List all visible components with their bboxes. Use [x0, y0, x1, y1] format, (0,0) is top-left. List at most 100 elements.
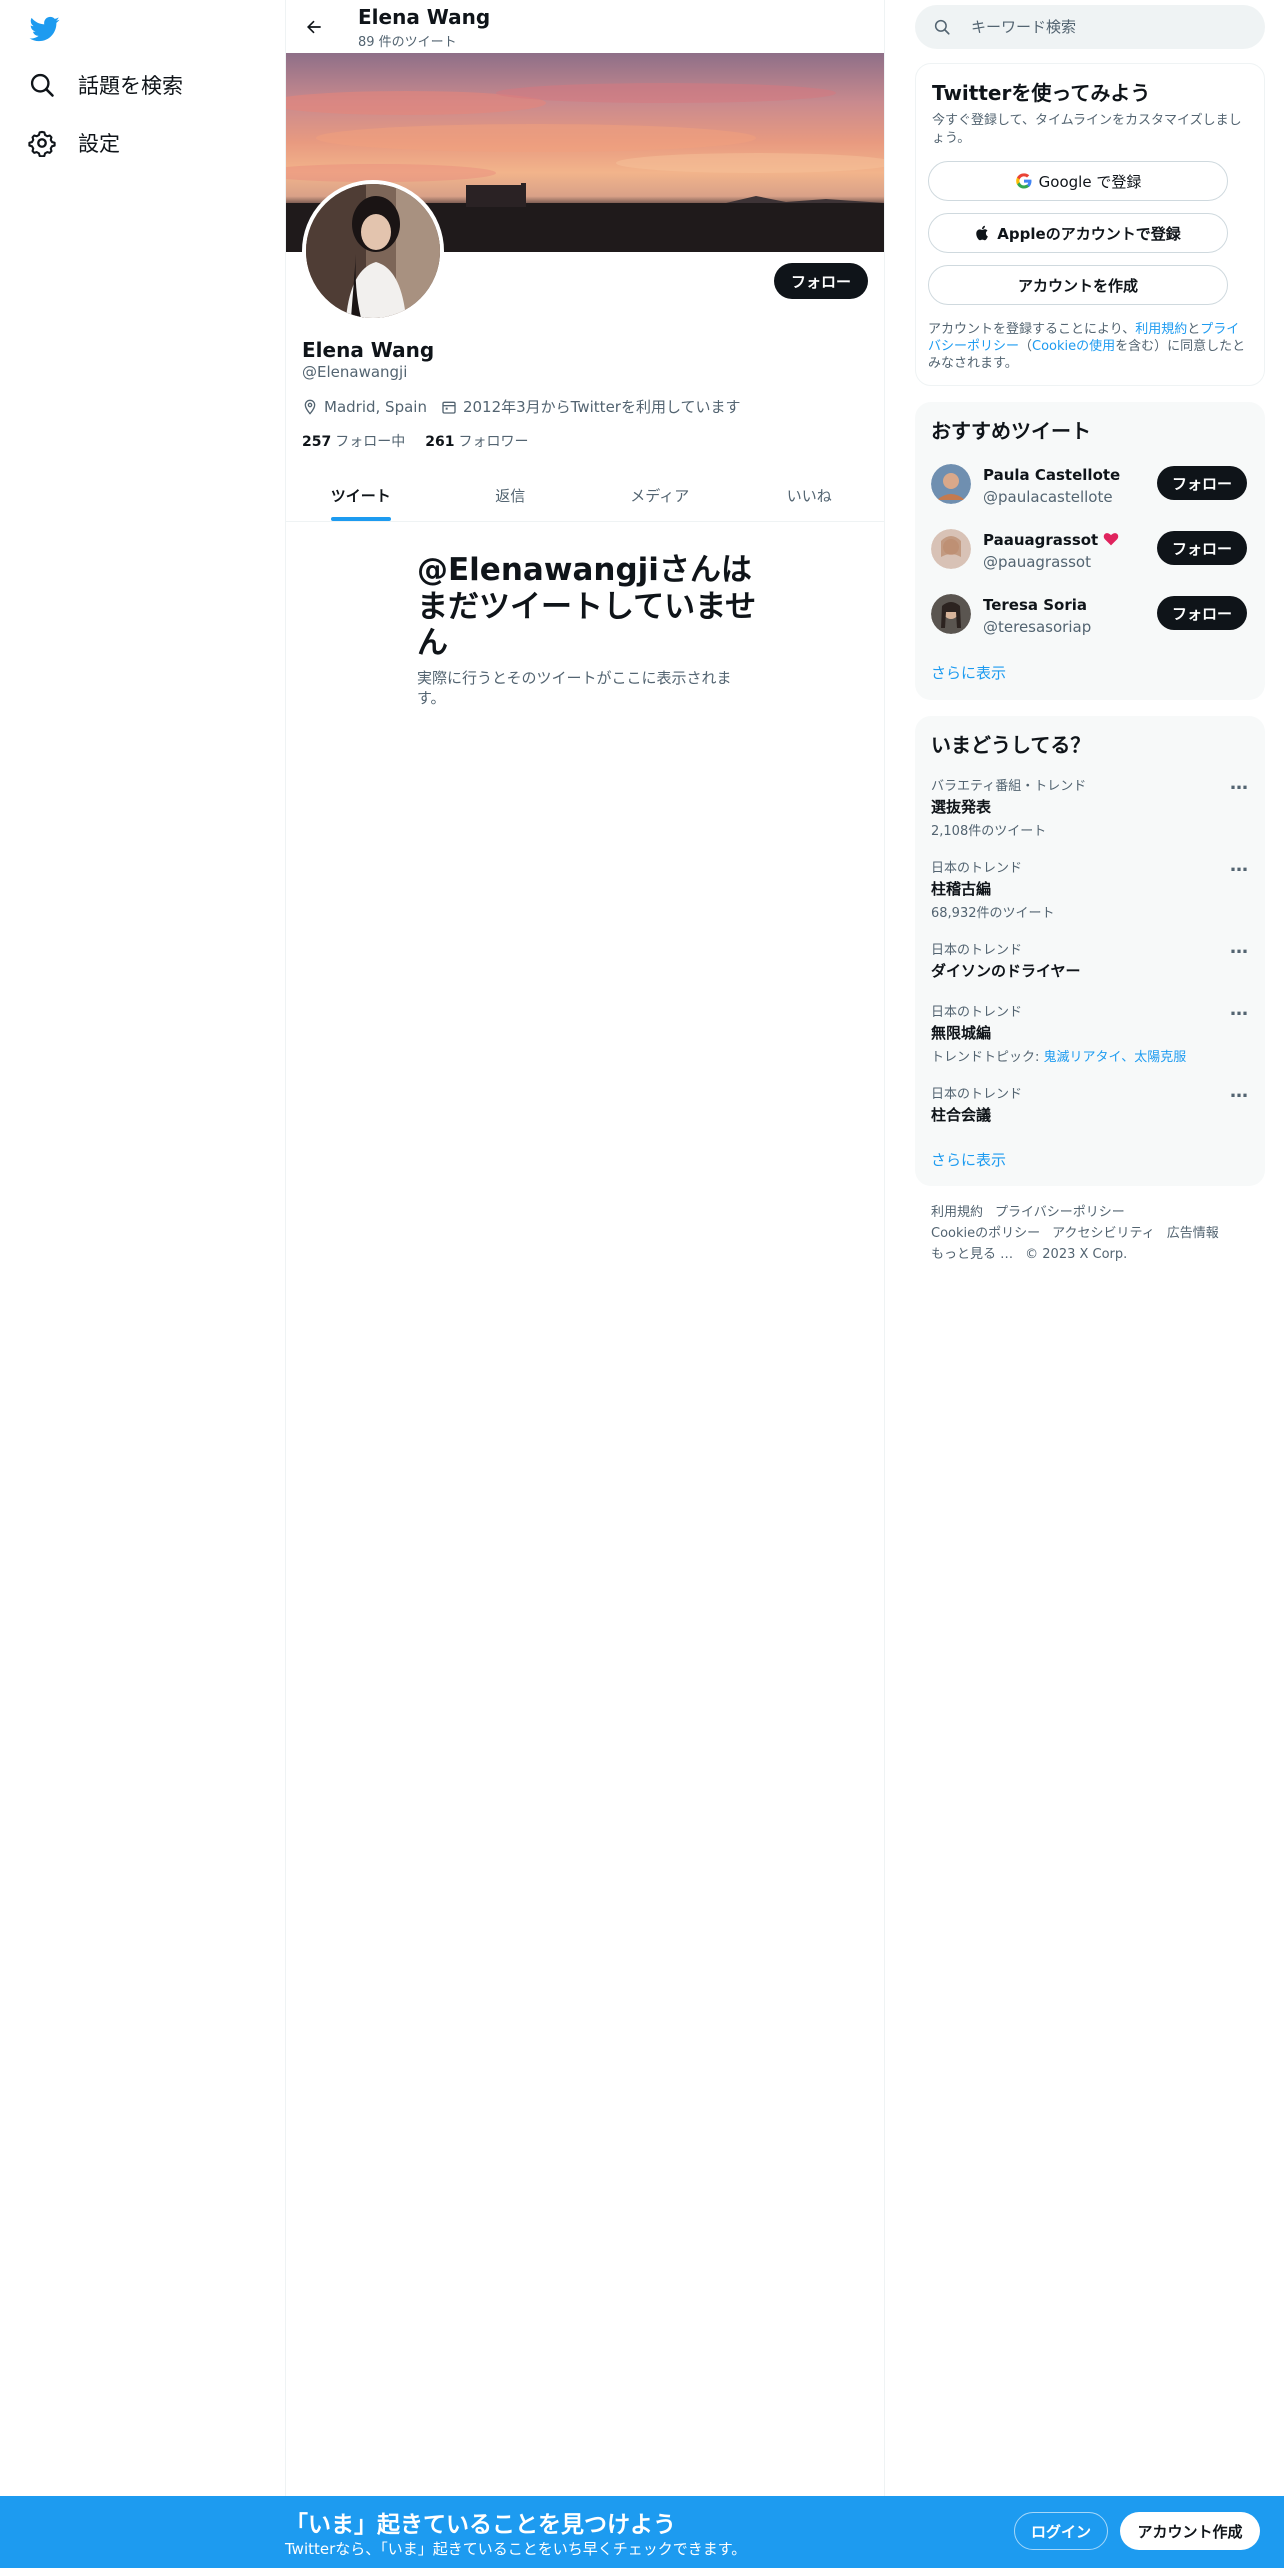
more-icon[interactable]: … [1230, 937, 1249, 958]
google-icon [1015, 173, 1032, 189]
bottom-bar-subtitle: Twitterなら、「いま」起きていることをいち早くチェックできます。 [285, 2540, 747, 2558]
calendar-icon [442, 401, 456, 414]
gear-icon [28, 130, 56, 157]
tab-likes[interactable]: いいね [735, 470, 885, 521]
footer-copyright: © 2023 X Corp. [1025, 1247, 1128, 1262]
footer-privacy[interactable]: プライバシーポリシー [995, 1205, 1125, 1220]
back-button[interactable] [296, 9, 332, 45]
search-icon [30, 73, 54, 97]
follow-button[interactable]: フォロー [1157, 466, 1247, 500]
footer-accessibility[interactable]: アクセシビリティ [1052, 1226, 1155, 1241]
nav-explore-label: 話題を検索 [78, 74, 183, 98]
search-input[interactable] [971, 18, 1231, 36]
footer-links: 利用規約 プライバシーポリシー Cookieのポリシー アクセシビリティ 広告情報 も… [931, 1202, 1251, 1265]
main-column: Elena Wang 89 件のツイート フォロー Elena Wang @El… [285, 0, 885, 2496]
footer-ads[interactable]: 広告情報 [1167, 1226, 1219, 1241]
footer-cookie[interactable]: Cookieのポリシー [931, 1226, 1040, 1241]
empty-state-subtitle: 実際に行うとそのツイートがここに表示されます。 [417, 669, 732, 708]
avatar [931, 594, 971, 634]
footer-terms[interactable]: 利用規約 [931, 1205, 983, 1220]
google-signup-button[interactable]: Google で登録 [928, 161, 1228, 201]
create-account-label: アカウントを作成 [1017, 276, 1138, 295]
signup-button[interactable]: アカウント作成 [1120, 2512, 1260, 2550]
apple-signup-label: Appleのアカウントで登録 [997, 224, 1181, 243]
twitter-logo-icon[interactable] [28, 14, 62, 44]
trend-item[interactable]: 日本のトレンド 柱稽古編 68,932件のツイート … [931, 855, 1249, 921]
profile-tabs: ツイート 返信 メディア いいね [286, 470, 884, 522]
avatar [931, 464, 971, 504]
more-icon[interactable]: … [1230, 999, 1249, 1020]
more-icon[interactable]: … [1230, 1081, 1249, 1102]
profile-meta: Madrid, Spain 2012年3月からTwitterを利用しています [302, 396, 741, 417]
following-label: フォロー中 [335, 434, 406, 450]
nav-explore[interactable]: 話題を検索 [28, 70, 183, 100]
bottom-signup-bar: 「いま」起きていることを見つけよう Twitterなら、「いま」起きていることを… [0, 2496, 1284, 2568]
following-count: 257 [302, 434, 332, 450]
trend-item[interactable]: 日本のトレンド ダイソンのドライヤー … [931, 937, 1249, 981]
cookie-link[interactable]: Cookieの使用 [1032, 339, 1115, 354]
back-arrow-icon [307, 20, 321, 34]
follow-button[interactable]: フォロー [774, 263, 868, 299]
login-button[interactable]: ログイン [1014, 2512, 1108, 2550]
footer-more[interactable]: もっと見る … [931, 1247, 1013, 1262]
red-heart-emoji-icon [1104, 533, 1119, 546]
trend-topic-prefix: トレンドトピック: [931, 1050, 1044, 1065]
trend-item[interactable]: バラエティ番組・トレンド 選抜発表 2,108件のツイート … [931, 773, 1249, 839]
nav-settings-label: 設定 [78, 132, 120, 156]
apple-signup-button[interactable]: Appleのアカウントで登録 [928, 213, 1228, 253]
avatar-photo [306, 184, 440, 318]
followers-count: 261 [425, 434, 455, 450]
recommended-user[interactable]: Teresa Soria @teresasoriap フォロー [931, 594, 1249, 642]
trend-topic: 柱合会議 [931, 1106, 992, 1124]
location-text: Madrid, Spain [324, 397, 427, 416]
joined-text: 2012年3月からTwitterを利用しています [462, 398, 741, 416]
trends-show-more[interactable]: さらに表示 [931, 1149, 1006, 1170]
avatar [931, 529, 971, 569]
signup-panel: Twitterを使ってみよう 今すぐ登録して、タイムラインをカスタマイズしましょ… [915, 63, 1265, 386]
profile-avatar[interactable] [302, 180, 444, 322]
trend-context: 日本のトレンド [931, 943, 1023, 958]
trend-context: 日本のトレンド [931, 861, 1023, 876]
trend-topic: 柱稽古編 [931, 880, 992, 898]
recommended-show-more[interactable]: さらに表示 [931, 662, 1006, 683]
header-tweet-count: 89 件のツイート [358, 35, 457, 50]
search-icon [934, 19, 950, 35]
follow-button[interactable]: フォロー [1157, 531, 1247, 565]
tab-tweets[interactable]: ツイート [286, 470, 436, 521]
profile-joined: 2012年3月からTwitterを利用しています [441, 396, 741, 417]
header-name: Elena Wang [358, 5, 491, 29]
legal-paren: （ [1019, 338, 1033, 354]
recommended-user[interactable]: Paauagrassot @pauagrassot フォロー [931, 529, 1249, 577]
trend-item[interactable]: 日本のトレンド 柱合会議 … [931, 1081, 1249, 1125]
tab-replies[interactable]: 返信 [436, 470, 586, 521]
profile-stats: 257 フォロー中 261 フォロワー [302, 431, 528, 451]
create-account-button[interactable]: アカウントを作成 [928, 265, 1228, 305]
tab-media[interactable]: メディア [585, 470, 735, 521]
legal-and: と [1187, 322, 1201, 337]
profile-location: Madrid, Spain [302, 398, 427, 416]
search-box[interactable] [915, 5, 1265, 49]
follow-button[interactable]: フォロー [1157, 596, 1247, 630]
location-icon [304, 399, 316, 415]
followers-link[interactable]: 261 フォロワー [425, 431, 528, 451]
trend-topic: 無限城編 [931, 1024, 992, 1042]
trends-title: いまどうしてる？ [931, 733, 1091, 757]
trend-topic: ダイソンのドライヤー [931, 962, 1081, 980]
recommended-user[interactable]: Paula Castellote @paulacastellote フォロー [931, 464, 1249, 512]
trend-topic-links[interactable]: 鬼滅リアタイ、太陽克服 [1044, 1050, 1187, 1065]
trends-panel: いまどうしてる？ バラエティ番組・トレンド 選抜発表 2,108件のツイート …… [915, 716, 1265, 1186]
nav-settings[interactable]: 設定 [28, 128, 120, 158]
user-handle: @pauagrassot [983, 553, 1091, 571]
trend-item[interactable]: 日本のトレンド 無限城編 トレンドトピック: 鬼滅リアタイ、太陽克服 … [931, 999, 1249, 1065]
profile-handle: @Elenawangji [302, 363, 408, 381]
terms-link[interactable]: 利用規約 [1135, 322, 1187, 337]
trend-count: 68,932件のツイート [931, 906, 1055, 921]
signup-legal-text: アカウントを登録することにより、利用規約とプライバシーポリシー（Cookieの使… [928, 322, 1248, 373]
trend-count: 2,108件のツイート [931, 824, 1047, 839]
more-icon[interactable]: … [1230, 773, 1249, 794]
following-link[interactable]: 257 フォロー中 [302, 431, 405, 451]
user-name: Paauagrassot [983, 531, 1119, 549]
signup-title: Twitterを使ってみよう [932, 81, 1151, 105]
more-icon[interactable]: … [1230, 855, 1249, 876]
google-signup-label: Google で登録 [1038, 172, 1142, 191]
